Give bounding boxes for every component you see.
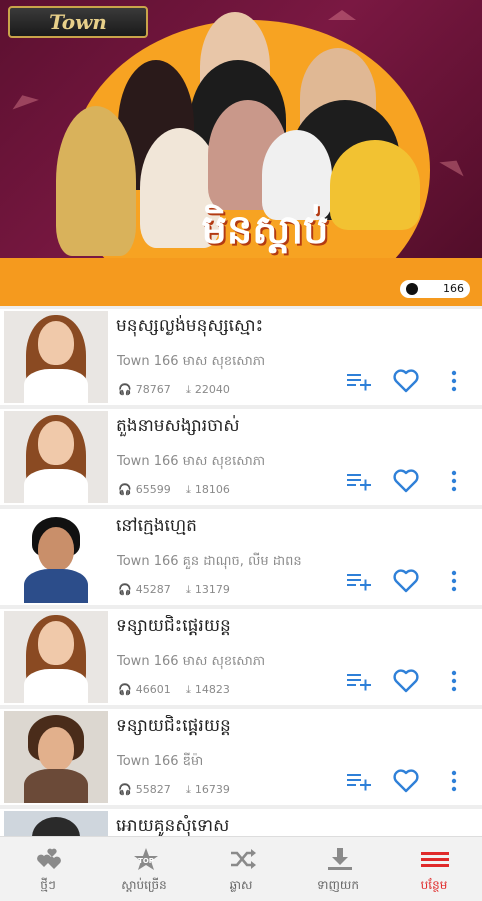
paper-plane-icon — [9, 90, 39, 110]
song-thumbnail — [4, 411, 108, 503]
favorite-button[interactable] — [390, 469, 422, 499]
download-icon: ⤓ — [186, 783, 191, 796]
add-to-playlist-button[interactable] — [344, 469, 374, 499]
paper-plane-icon — [439, 153, 469, 177]
download-count: ⤓ 13179 — [186, 583, 230, 596]
favorite-button[interactable] — [390, 669, 422, 699]
headphones-icon: 🎧 — [118, 683, 132, 696]
song-row[interactable]: តួងនាមសង្សារចាស់ Town 166 មាស សុខសោភា 🎧 6… — [0, 409, 482, 505]
song-thumbnail — [4, 311, 108, 403]
download-icon: ⤓ — [186, 383, 191, 396]
menu-icon — [421, 849, 449, 873]
nav-shuffle[interactable]: ឆ្លាស — [193, 837, 289, 901]
nav-label: ទាញយក — [317, 878, 359, 892]
favorite-button[interactable] — [390, 569, 422, 599]
nav-label: ថ្មីៗ — [40, 878, 56, 892]
download-icon: ⤓ — [186, 483, 191, 496]
song-thumbnail — [4, 611, 108, 703]
nav-label: ឆ្លាស — [229, 878, 253, 892]
nav-new[interactable]: ថ្មីៗ — [0, 837, 96, 901]
download-count: ⤓ 14823 — [186, 683, 230, 696]
more-options-button[interactable] — [444, 469, 464, 499]
more-options-button[interactable] — [444, 569, 464, 599]
song-row[interactable]: ទន្សាយជិះផ្តេ្ករយន្ត Town 166 មាស សុខសោភ… — [0, 609, 482, 705]
song-row[interactable]: ទន្សាយជិះផ្តេ្ករយន្ត Town 166 ឌីម៉ា 🎧 558… — [0, 709, 482, 805]
listen-count: 🎧 65599 — [118, 483, 171, 496]
favorite-button[interactable] — [390, 769, 422, 799]
nav-more[interactable]: បន្ថែម — [386, 837, 482, 901]
add-to-playlist-button[interactable] — [344, 669, 374, 699]
song-artist: Town 166 ឌីម៉ា — [117, 754, 204, 769]
listen-count: 🎧 46601 — [118, 683, 171, 696]
download-count: ⤓ 18106 — [186, 483, 230, 496]
nav-label: ស្តាប់ច្រើន — [121, 878, 167, 892]
song-row[interactable]: នៅក្មេងហ្មេត Town 166 គួន ដាណុច, លីម ដាព… — [0, 509, 482, 605]
download-count: ⤓ 22040 — [186, 383, 230, 396]
download-icon — [326, 847, 352, 871]
song-title: តួងនាមសង្សារចាស់ — [116, 416, 240, 436]
song-title: មនុស្សល្ងង់មនុស្សស្មោះ — [116, 316, 264, 336]
artist-figure — [56, 106, 136, 256]
listen-count: 🎧 55827 — [118, 783, 171, 796]
more-options-button[interactable] — [444, 769, 464, 799]
town-logo: Town — [8, 6, 148, 38]
song-artist: Town 166 មាស សុខសោភា — [117, 654, 266, 669]
banner-title: មិនស្តាប់ — [201, 207, 329, 253]
add-to-playlist-button[interactable] — [344, 369, 374, 399]
paper-plane-icon — [328, 10, 356, 20]
song-title: អោយគូនសុំទោស — [116, 816, 230, 836]
song-title: ទន្សាយជិះផ្តេ្ករយន្ត — [116, 716, 231, 736]
town-166-badge: 166 — [400, 280, 470, 298]
add-to-playlist-button[interactable] — [344, 569, 374, 599]
shuffle-icon — [229, 847, 256, 871]
listen-count: 🎧 45287 — [118, 583, 171, 596]
promo-banner[interactable]: Town មិនស្តាប់ 166 — [0, 0, 482, 306]
add-to-playlist-button[interactable] — [344, 769, 374, 799]
favorite-button[interactable] — [390, 369, 422, 399]
top-icon: TOP — [132, 847, 158, 871]
song-row[interactable]: មនុស្សល្ងង់មនុស្សស្មោះ Town 166 មាស សុខស… — [0, 309, 482, 405]
nav-top[interactable]: TOP ស្តាប់ច្រើន — [96, 837, 192, 901]
song-thumbnail — [4, 811, 108, 836]
song-thumbnail — [4, 711, 108, 803]
song-row[interactable]: អោយគូនសុំទោស — [0, 809, 482, 836]
download-icon: ⤓ — [186, 683, 191, 696]
song-artist: Town 166 គួន ដាណុច, លីម ដាពន — [117, 554, 302, 569]
song-artist: Town 166 មាស សុខសោភា — [117, 354, 266, 369]
song-title: ទន្សាយជិះផ្តេ្ករយន្ត — [116, 616, 231, 636]
song-title: នៅក្មេងហ្មេត — [116, 516, 197, 536]
download-count: ⤓ 16739 — [186, 783, 230, 796]
svg-text:TOP: TOP — [138, 857, 154, 865]
headphones-icon: 🎧 — [118, 383, 132, 396]
badge-label: 166 — [443, 282, 464, 295]
listen-count: 🎧 78767 — [118, 383, 171, 396]
nav-label: បន្ថែម — [420, 878, 448, 892]
more-options-button[interactable] — [444, 369, 464, 399]
bottom-navigation: ថ្មីៗ TOP ស្តាប់ច្រើន ឆ្លាស ទាញយក បន្ថែម — [0, 836, 482, 901]
headphones-icon: 🎧 — [118, 483, 132, 496]
song-artist: Town 166 មាស សុខសោភា — [117, 454, 266, 469]
headphones-icon: 🎧 — [118, 783, 132, 796]
nav-download[interactable]: ទាញយក — [290, 837, 386, 901]
download-icon: ⤓ — [186, 583, 191, 596]
new-hearts-icon — [36, 847, 62, 871]
headphones-icon: 🎧 — [118, 583, 132, 596]
more-options-button[interactable] — [444, 669, 464, 699]
song-thumbnail — [4, 511, 108, 603]
logo-mark-icon — [406, 283, 418, 295]
